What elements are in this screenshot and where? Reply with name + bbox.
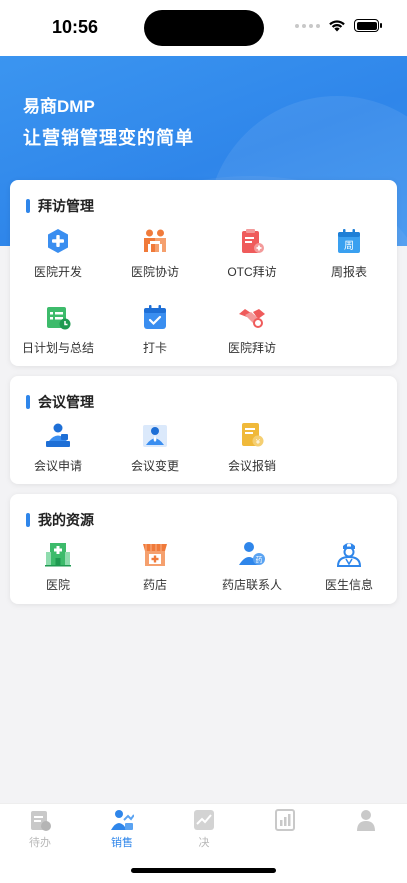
tab-sales[interactable]: 销售 — [92, 808, 152, 850]
tab-label: 销售 — [111, 837, 133, 849]
visit-management-card: 拜访管理 医院开发 医院协访 OTC拜访 周 周报表 日计划与总结 打卡 医院拜… — [10, 180, 397, 366]
todo-icon — [31, 811, 51, 831]
svg-text:¥: ¥ — [256, 438, 261, 446]
clipboard-visit-icon — [242, 229, 264, 253]
section-header: 我的资源 — [26, 510, 94, 530]
section-header: 会议管理 — [26, 392, 94, 412]
menu-label: 会议变更 — [130, 459, 179, 473]
menu-otc-visit[interactable]: OTC拜访 — [204, 227, 300, 280]
handshake-icon — [239, 309, 265, 328]
daily-plan-icon — [47, 307, 71, 330]
menu-hospital[interactable]: 医院 — [10, 540, 106, 593]
sales-icon — [111, 810, 134, 830]
status-indicators — [295, 19, 382, 32]
tab-label: 决 — [198, 837, 210, 849]
doctor-icon — [336, 543, 362, 567]
trend-icon — [194, 810, 214, 830]
weekly-calendar-icon: 周 — [338, 229, 360, 253]
menu-hospital-visit[interactable]: 医院拜访 — [204, 303, 300, 356]
menu-pharmacy[interactable]: 药店 — [107, 540, 203, 593]
status-time: 10:56 — [52, 17, 99, 37]
pharmacy-store-icon — [143, 544, 167, 566]
menu-label: 药店 — [142, 578, 167, 592]
menu-label: 医院协访 — [130, 265, 179, 279]
people-collab-icon — [144, 229, 166, 252]
section-title: 会议管理 — [38, 394, 94, 410]
menu-meeting-apply[interactable]: 会议申请 — [10, 421, 106, 474]
menu-label: 日计划与总结 — [21, 341, 94, 355]
profile-icon — [357, 810, 375, 831]
menu-doctor-info[interactable]: 医生信息 — [301, 540, 397, 593]
meeting-apply-icon — [46, 423, 70, 447]
menu-label: 周报表 — [330, 265, 367, 279]
tab-label: 待办 — [29, 837, 51, 849]
section-header: 拜访管理 — [26, 196, 94, 216]
pharmacy-contact-icon: 药 — [239, 542, 265, 565]
report-icon — [275, 809, 295, 831]
svg-text:周: 周 — [344, 240, 354, 252]
tab-todo[interactable]: 待办 — [10, 808, 70, 850]
menu-meeting-change[interactable]: 会议变更 — [107, 421, 203, 474]
menu-label: 会议报销 — [227, 459, 276, 473]
reimburse-icon: ¥ — [242, 423, 264, 447]
menu-weekly-report[interactable]: 周 周报表 — [301, 227, 397, 280]
battery-icon — [354, 19, 382, 32]
signal-icon — [295, 23, 320, 28]
dynamic-island — [144, 10, 264, 46]
menu-hospital-co-visit[interactable]: 医院协访 — [107, 227, 203, 280]
menu-label: 医院 — [45, 578, 70, 592]
app-title: 易商DMP — [23, 97, 95, 116]
menu-meeting-reimburse[interactable]: ¥ 会议报销 — [204, 421, 300, 474]
hospital-building-icon — [45, 543, 71, 567]
meeting-management-card: 会议管理 会议申请 会议变更 ¥ 会议报销 — [10, 376, 397, 484]
menu-pharmacy-contact[interactable]: 药 药店联系人 — [204, 540, 300, 593]
tab-report[interactable] — [255, 808, 315, 834]
wifi-icon — [329, 20, 345, 32]
app-slogan: 让营销管理变的简单 — [23, 128, 194, 148]
menu-label: 会议申请 — [33, 459, 82, 473]
menu-check-in[interactable]: 打卡 — [107, 303, 203, 356]
menu-hospital-development[interactable]: 医院开发 — [10, 227, 106, 280]
check-in-icon — [144, 305, 166, 329]
menu-daily-plan[interactable]: 日计划与总结 — [10, 303, 106, 356]
meeting-change-icon — [143, 425, 167, 447]
status-bar: 10:56 — [0, 0, 407, 56]
menu-label: 医院拜访 — [227, 341, 276, 355]
tab-decision[interactable]: 决 — [174, 808, 234, 850]
menu-label: 打卡 — [142, 341, 167, 355]
home-indicator — [131, 868, 276, 873]
section-title: 我的资源 — [38, 512, 94, 528]
menu-label: OTC拜访 — [227, 265, 277, 279]
menu-label: 医生信息 — [324, 578, 373, 592]
section-title: 拜访管理 — [38, 198, 94, 214]
tab-profile[interactable] — [336, 808, 396, 834]
svg-text:药: 药 — [256, 555, 263, 564]
my-resources-card: 我的资源 医院 药店 药 药店联系人 医生信息 — [10, 494, 397, 604]
menu-label: 医院开发 — [33, 265, 82, 279]
menu-label: 药店联系人 — [221, 578, 282, 592]
hospital-plus-icon — [48, 229, 68, 253]
